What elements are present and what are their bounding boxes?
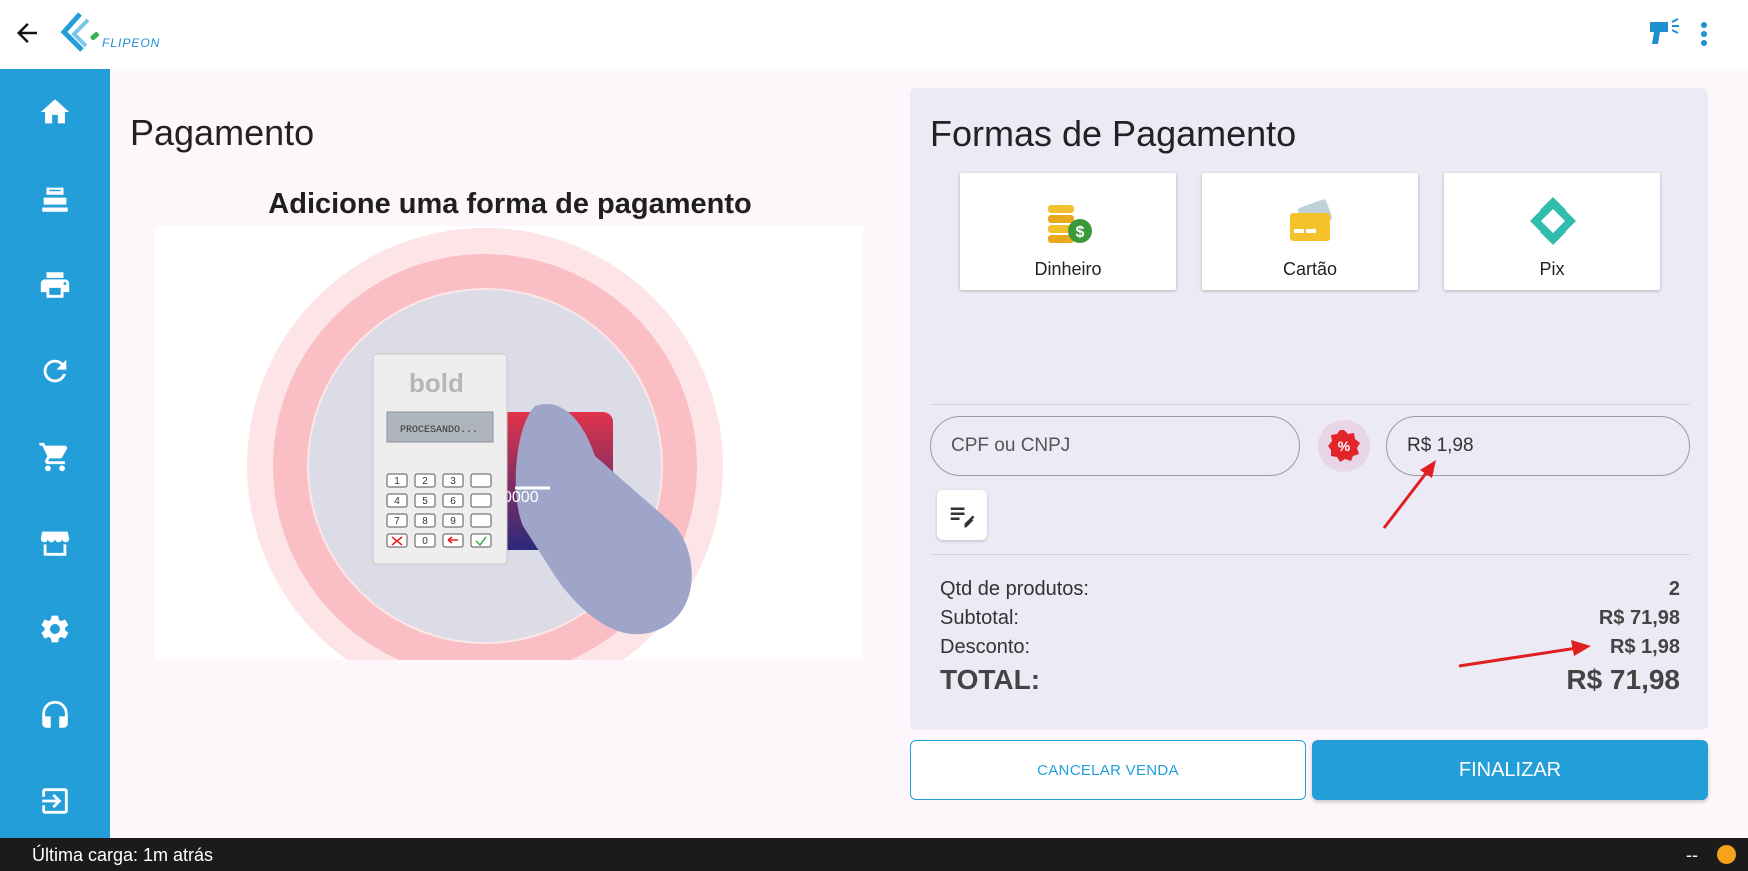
payment-method-dinheiro[interactable]: $ Dinheiro bbox=[960, 173, 1176, 290]
printer-icon bbox=[40, 272, 70, 298]
svg-text:0: 0 bbox=[422, 536, 428, 547]
svg-text:$: $ bbox=[1076, 224, 1085, 241]
cash-register-icon bbox=[42, 187, 68, 212]
svg-text:%: % bbox=[1338, 438, 1351, 454]
payment-methods-title: Formas de Pagamento bbox=[930, 113, 1297, 154]
logo-text: FLIPEON bbox=[102, 36, 161, 50]
sidebar-item-refresh[interactable] bbox=[0, 341, 110, 401]
payment-terminal-illustration: 0000 bold PROCESANDO... 1 2 3 4 5 6 7 8 9 0 bbox=[155, 226, 863, 660]
finish-button[interactable]: FINALIZAR bbox=[1312, 740, 1708, 800]
store-icon bbox=[40, 531, 70, 556]
sidebar-item-home[interactable] bbox=[0, 82, 110, 142]
status-indicator-dot bbox=[1717, 845, 1736, 864]
payment-methods-panel: Formas de Pagamento $ Dinheiro Cartão Pi… bbox=[910, 88, 1708, 730]
more-vert-icon[interactable] bbox=[1692, 16, 1716, 50]
total-value: R$ 71,98 bbox=[1566, 664, 1680, 695]
sidebar-item-support[interactable] bbox=[0, 685, 110, 745]
divider bbox=[930, 554, 1690, 555]
headset-icon bbox=[42, 700, 68, 728]
sidebar-item-cash-register[interactable] bbox=[0, 169, 110, 229]
payment-method-cartao[interactable]: Cartão bbox=[1202, 173, 1418, 290]
sidebar-item-logout[interactable] bbox=[0, 771, 110, 831]
arrow-left-icon[interactable] bbox=[12, 18, 42, 48]
discount-badge-icon: % bbox=[1328, 430, 1360, 462]
summary-value: R$ 71,98 bbox=[1598, 607, 1680, 629]
payment-method-pix[interactable]: Pix bbox=[1444, 173, 1660, 290]
notes-button[interactable] bbox=[937, 490, 987, 540]
payment-method-label: Cartão bbox=[1282, 259, 1338, 279]
credit-card-icon bbox=[1290, 199, 1333, 241]
cart-icon bbox=[39, 442, 68, 472]
terminal-screen-text: PROCESANDO... bbox=[400, 425, 478, 436]
status-right-text: -- bbox=[1686, 845, 1698, 865]
cpf-cnpj-input[interactable] bbox=[951, 435, 1299, 457]
svg-text:7: 7 bbox=[394, 516, 400, 527]
barcode-scanner-icon[interactable] bbox=[1648, 16, 1682, 50]
last-load-status: Última carga: 1m atrás bbox=[32, 845, 214, 865]
svg-text:3: 3 bbox=[450, 476, 456, 487]
svg-text:5: 5 bbox=[422, 496, 428, 507]
summary-label: Desconto: bbox=[940, 636, 1031, 658]
notes-edit-icon bbox=[950, 507, 975, 528]
payment-method-label: Dinheiro bbox=[1034, 259, 1102, 279]
sidebar-item-cart[interactable] bbox=[0, 427, 110, 487]
cancel-sale-button[interactable]: CANCELAR VENDA bbox=[910, 740, 1306, 800]
svg-text:4: 4 bbox=[394, 496, 400, 507]
money-coins-icon: $ bbox=[1048, 205, 1092, 243]
status-bar: Última carga: 1m atrás -- bbox=[0, 838, 1748, 871]
top-app-bar: FLIPEON bbox=[0, 0, 1748, 69]
summary-label: Subtotal: bbox=[940, 607, 1019, 629]
sidebar-item-print[interactable] bbox=[0, 255, 110, 315]
svg-text:8: 8 bbox=[422, 516, 428, 527]
svg-text:6: 6 bbox=[450, 496, 456, 507]
svg-text:9: 9 bbox=[450, 516, 456, 527]
summary-value: R$ 1,98 bbox=[1609, 636, 1680, 658]
discount-button[interactable]: % bbox=[1318, 420, 1370, 472]
summary-label: Qtd de produtos: bbox=[940, 578, 1089, 600]
payment-method-label: Pix bbox=[1539, 259, 1565, 279]
total-label: TOTAL: bbox=[940, 664, 1041, 695]
sidebar-item-store[interactable] bbox=[0, 513, 110, 573]
flipeon-logo bbox=[60, 12, 99, 52]
cpf-cnpj-field[interactable] bbox=[930, 416, 1300, 476]
home-icon bbox=[40, 99, 70, 124]
add-payment-heading: Adicione uma forma de pagamento bbox=[268, 188, 752, 220]
card-digits: 0000 bbox=[503, 489, 539, 506]
sidebar-item-settings[interactable] bbox=[0, 599, 110, 659]
discount-value-text: R$ 1,98 bbox=[1407, 435, 1474, 456]
page-title: Pagamento bbox=[130, 112, 315, 153]
discount-value-field[interactable]: R$ 1,98 bbox=[1386, 416, 1690, 476]
summary-value: 2 bbox=[1668, 578, 1680, 600]
gear-icon bbox=[41, 615, 69, 643]
sidebar bbox=[0, 69, 110, 838]
logout-icon bbox=[42, 788, 68, 814]
terminal-brand: bold bbox=[409, 368, 464, 398]
pix-icon bbox=[1530, 197, 1576, 245]
refresh-icon bbox=[43, 359, 67, 383]
svg-text:2: 2 bbox=[422, 476, 428, 487]
divider bbox=[930, 404, 1690, 405]
svg-text:1: 1 bbox=[394, 476, 400, 487]
